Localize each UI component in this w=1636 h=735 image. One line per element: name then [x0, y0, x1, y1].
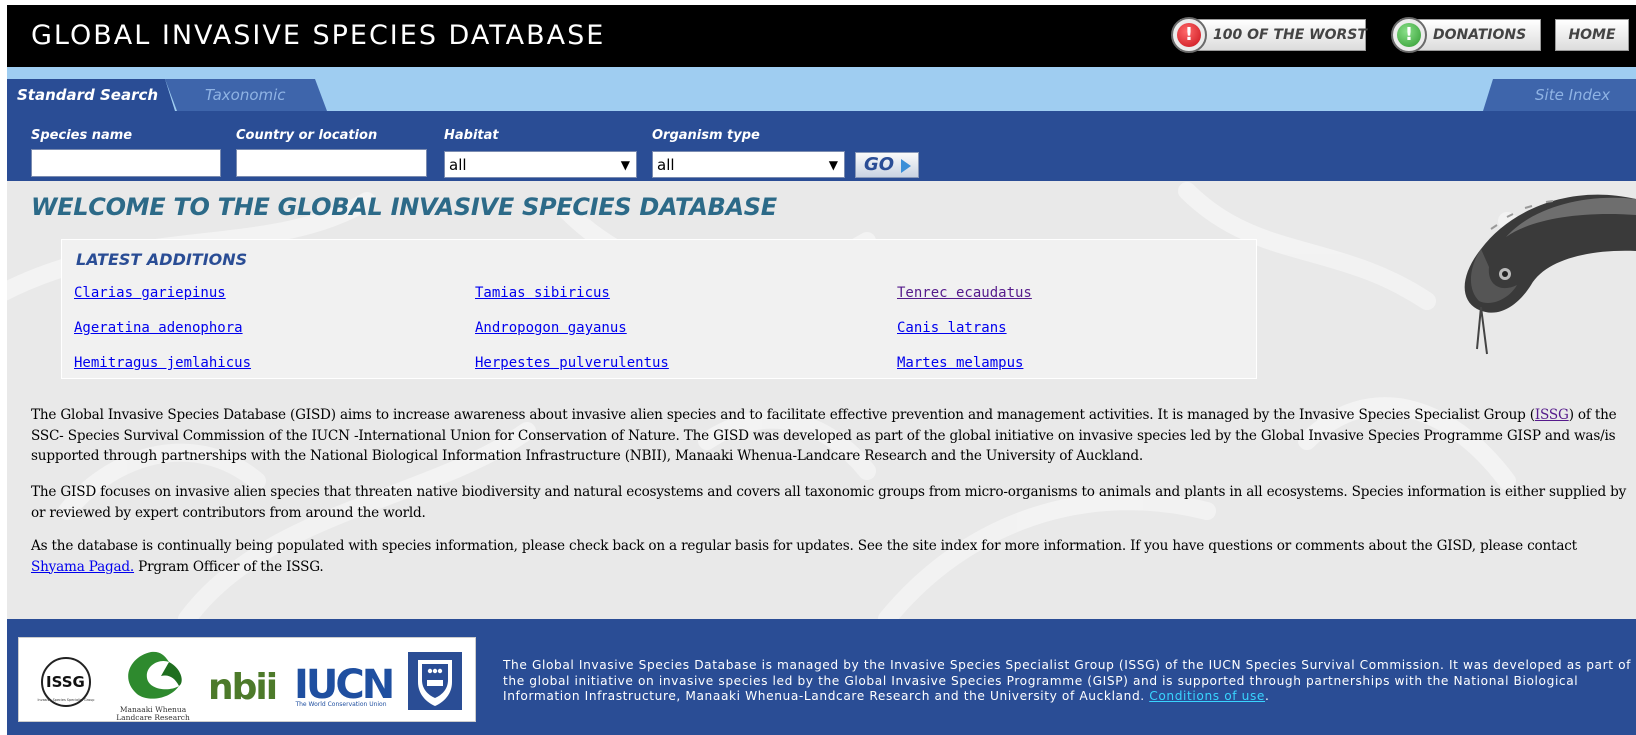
- main-content: WELCOME TO THE GLOBAL INVASIVE SPECIES D…: [7, 181, 1636, 619]
- site-footer: ISSG Invasive Species Specialist Group M…: [7, 619, 1636, 735]
- species-link[interactable]: Martes melampus: [897, 355, 1023, 371]
- species-link[interactable]: Clarias gariepinus: [74, 285, 226, 301]
- species-link[interactable]: Andropogon gayanus: [475, 320, 627, 336]
- go-label: GO: [864, 154, 895, 175]
- manaaki-whenua-logo-line2: Landcare Research: [116, 713, 190, 722]
- habitat-label: Habitat: [444, 128, 499, 143]
- issg-logo-text: ISSG: [46, 673, 85, 691]
- contact-shyama-pagad-link[interactable]: Shyama Pagad.: [31, 559, 134, 575]
- donations-label: DONATIONS: [1433, 27, 1527, 43]
- conditions-of-use-link[interactable]: Conditions of use: [1149, 689, 1265, 703]
- focus-paragraph: The GISD focuses on invasive alien speci…: [31, 484, 1627, 521]
- species-link[interactable]: Canis latrans: [897, 320, 1007, 336]
- species-link[interactable]: Hemitragus jemlahicus: [74, 355, 251, 371]
- partner-logos: ISSG Invasive Species Specialist Group M…: [18, 637, 476, 722]
- home-button[interactable]: HOME: [1555, 19, 1629, 51]
- manaaki-whenua-logo: Manaaki Whenua Landcare Research: [116, 651, 190, 722]
- species-name-label: Species name: [31, 128, 133, 143]
- 100-of-the-worst-label: 100 OF THE WORST: [1213, 27, 1367, 43]
- issg-logo: ISSG Invasive Species Specialist Group: [38, 657, 95, 707]
- green-alert-icon: !: [1391, 17, 1427, 53]
- species-name-input[interactable]: [31, 149, 221, 177]
- chevron-down-icon: ▼: [828, 158, 838, 172]
- organism-type-label: Organism type: [652, 128, 760, 143]
- latest-additions-title: LATEST ADDITIONS: [76, 250, 248, 269]
- page: GLOBAL INVASIVE SPECIES DATABASE ! 100 O…: [7, 5, 1636, 735]
- species-link[interactable]: Tenrec ecaudatus: [897, 285, 1032, 301]
- species-link[interactable]: Herpestes pulverulentus: [475, 355, 669, 371]
- iucn-logo-subtitle: The World Conservation Union: [294, 701, 386, 708]
- update-paragraph: As the database is continually being pop…: [31, 538, 1577, 575]
- tab-bar: Standard Search Taxonomic Site Index: [7, 67, 1636, 111]
- country-label: Country or location: [236, 128, 378, 143]
- snake-image: [1464, 194, 1636, 355]
- university-crest-logo: [408, 652, 462, 710]
- tab-taxonomic[interactable]: Taxonomic: [165, 79, 327, 111]
- tab-standard-search[interactable]: Standard Search: [7, 79, 175, 111]
- chevron-down-icon: ▼: [620, 158, 630, 172]
- iucn-logo: IUCN The World Conservation Union: [294, 662, 395, 708]
- habitat-select[interactable]: all ▼: [444, 151, 637, 178]
- search-bar: Species name Country or location Habitat…: [7, 111, 1636, 181]
- nbii-logo: nbii: [208, 667, 276, 708]
- latest-additions-box: LATEST ADDITIONS Clarias gariepinus Tami…: [61, 239, 1257, 379]
- site-header: GLOBAL INVASIVE SPECIES DATABASE ! 100 O…: [7, 5, 1636, 67]
- organism-type-select[interactable]: all ▼: [652, 151, 845, 178]
- issg-link[interactable]: ISSG: [1535, 407, 1569, 423]
- welcome-heading: WELCOME TO THE GLOBAL INVASIVE SPECIES D…: [31, 193, 777, 221]
- habitat-select-value: all: [449, 156, 467, 174]
- site-title: GLOBAL INVASIVE SPECIES DATABASE: [31, 20, 606, 51]
- intro-paragraph: The Global Invasive Species Database (GI…: [31, 407, 1617, 464]
- go-button[interactable]: GO: [855, 152, 919, 178]
- red-alert-icon: !: [1171, 17, 1207, 53]
- country-input[interactable]: [236, 149, 427, 177]
- species-link[interactable]: Ageratina adenophora: [74, 320, 243, 336]
- footer-description: The Global Invasive Species Database is …: [503, 658, 1632, 703]
- species-link[interactable]: Tamias sibiricus: [475, 285, 610, 301]
- play-arrow-icon: [901, 159, 911, 173]
- organism-type-select-value: all: [657, 156, 675, 174]
- donations-button[interactable]: ! DONATIONS: [1391, 17, 1541, 53]
- 100-of-the-worst-button[interactable]: ! 100 OF THE WORST: [1171, 17, 1367, 53]
- partner-logos-image: ISSG Invasive Species Specialist Group M…: [38, 651, 462, 722]
- tab-site-index[interactable]: Site Index: [1483, 79, 1636, 111]
- issg-logo-subtitle: Invasive Species Specialist Group: [38, 698, 95, 702]
